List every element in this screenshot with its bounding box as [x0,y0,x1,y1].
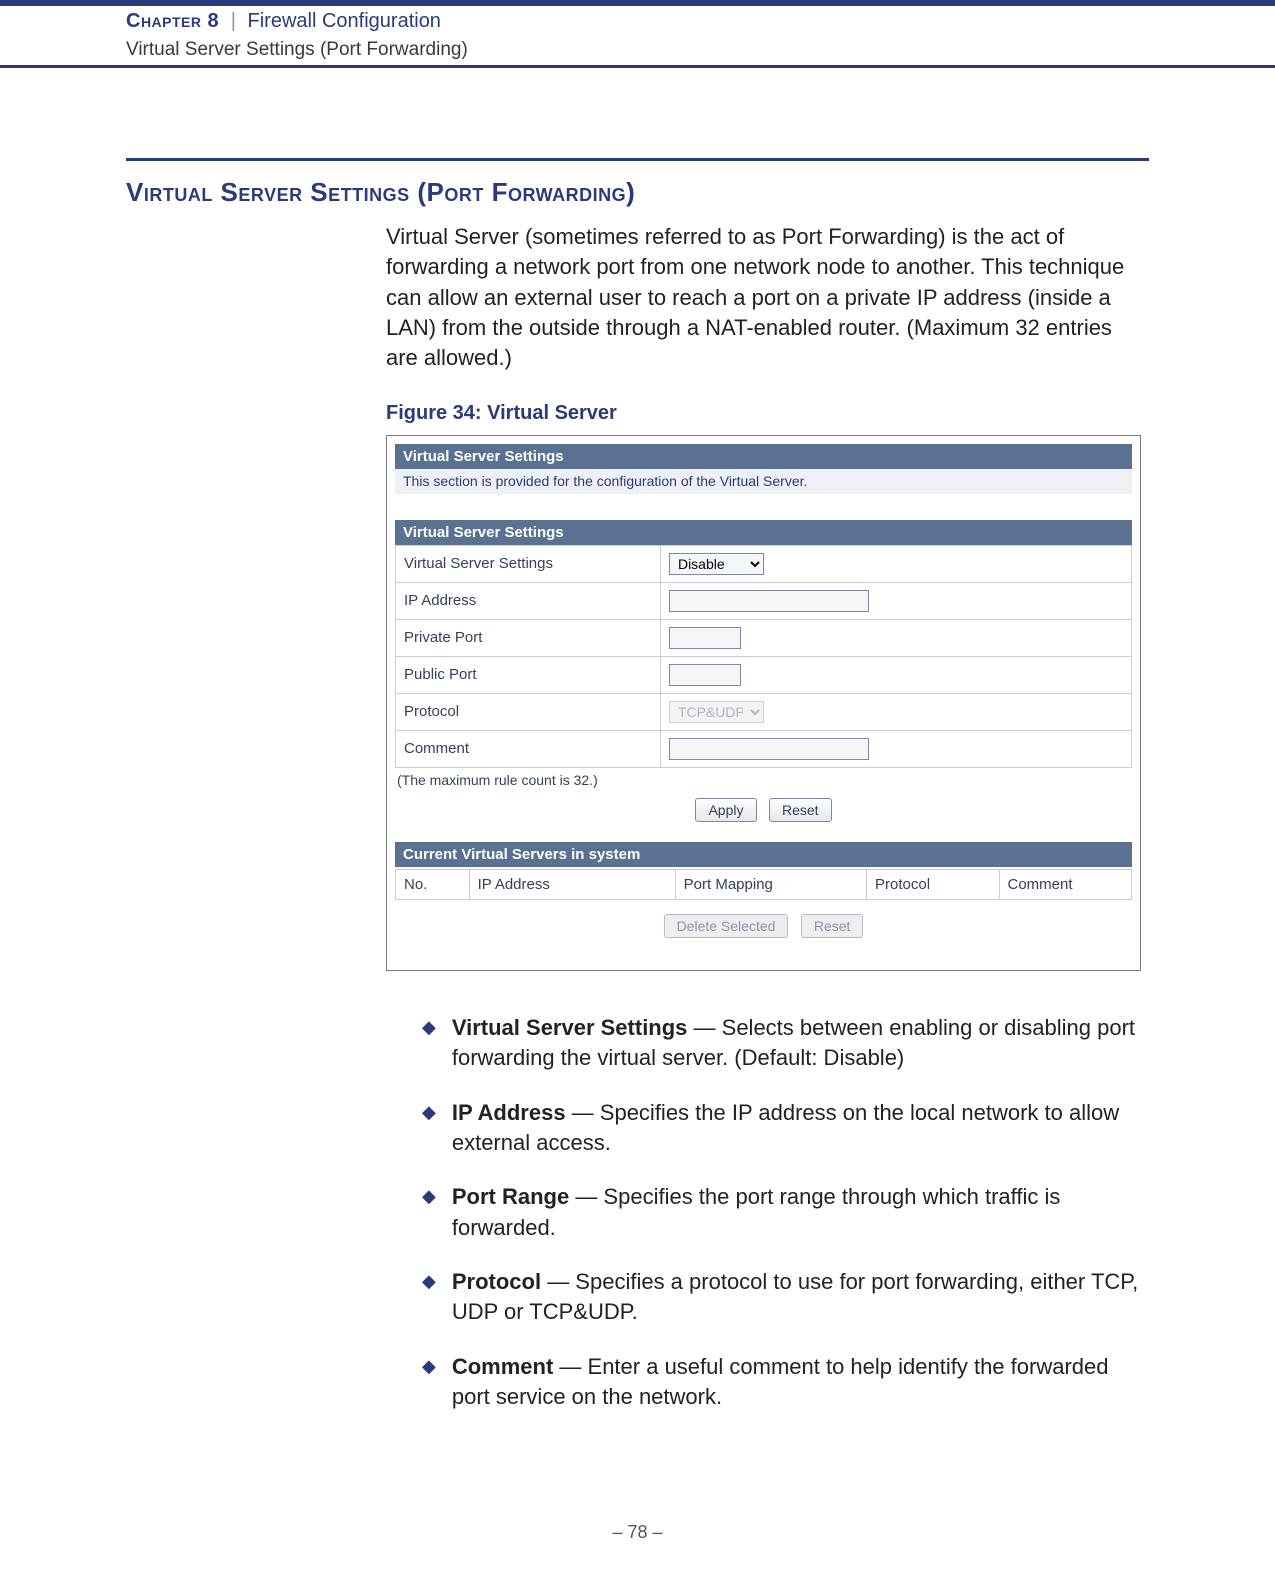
public-port-input[interactable] [669,664,741,686]
definition-text: Comment — Enter a useful comment to help… [452,1352,1149,1413]
page-number: – 78 – [0,1522,1275,1543]
content: Virtual Server Settings (Port Forwarding… [0,68,1275,1412]
def-term: IP Address [452,1100,566,1125]
content-inner: Virtual Server Settings (Port Forwarding… [126,158,1149,1412]
cell-vss: Disable [660,545,1131,582]
vss-select[interactable]: Disable [669,553,764,575]
col-protocol: Protocol [867,869,999,899]
label-private-port: Private Port [396,619,661,656]
cell-ip [660,582,1131,619]
definition-text: IP Address — Specifies the IP address on… [452,1098,1149,1159]
definition-text: Port Range — Specifies the port range th… [452,1182,1149,1243]
protocol-select[interactable]: TCP&UDP [669,701,764,723]
section-title: Virtual Server Settings (Port Forwarding… [126,177,1149,208]
diamond-icon: ◆ [422,1352,436,1379]
diamond-icon: ◆ [422,1267,436,1294]
delete-selected-button[interactable]: Delete Selected [664,914,789,938]
diamond-icon: ◆ [422,1013,436,1040]
diamond-icon: ◆ [422,1182,436,1209]
reset-button[interactable]: Reset [769,798,832,822]
definition-item: ◆ Protocol — Specifies a protocol to use… [422,1267,1149,1328]
col-ip: IP Address [469,869,675,899]
spacer [395,494,1132,520]
page: Chapter 8 | Firewall Configuration Virtu… [0,0,1275,1583]
panel1-description: This section is provided for the configu… [395,469,1132,494]
definition-item: ◆ Comment — Enter a useful comment to he… [422,1352,1149,1413]
reset-button-2[interactable]: Reset [801,914,864,938]
def-term: Port Range [452,1184,569,1209]
panel1-header: Virtual Server Settings [395,444,1132,469]
cell-private-port [660,619,1131,656]
definition-text: Protocol — Specifies a protocol to use f… [452,1267,1149,1328]
definition-item: ◆ Virtual Server Settings — Selects betw… [422,1013,1149,1074]
ip-input[interactable] [669,590,869,612]
col-port: Port Mapping [675,869,866,899]
label-public-port: Public Port [396,656,661,693]
panel3-header: Current Virtual Servers in system [395,842,1132,867]
definition-item: ◆ IP Address — Specifies the IP address … [422,1098,1149,1159]
button-row-2: Delete Selected Reset [395,900,1132,958]
header-subtitle: Virtual Server Settings (Port Forwarding… [0,39,1275,65]
def-term: Comment [452,1354,553,1379]
header-separator: | [231,10,236,32]
comment-input[interactable] [669,738,869,760]
cell-protocol: TCP&UDP [660,693,1131,730]
apply-button[interactable]: Apply [695,798,756,822]
definition-text: Virtual Server Settings — Selects betwee… [452,1013,1149,1074]
cell-comment [660,730,1131,767]
screenshot-box: Virtual Server Settings This section is … [386,435,1141,971]
definitions-list: ◆ Virtual Server Settings — Selects betw… [422,1013,1149,1413]
max-rule-note: (The maximum rule count is 32.) [395,768,1132,788]
chapter-title: Firewall Configuration [248,10,441,32]
label-vss: Virtual Server Settings [396,545,661,582]
button-row-1: Apply Reset [395,788,1132,842]
panel2-header: Virtual Server Settings [395,520,1132,545]
col-no: No. [396,869,470,899]
right-column: Virtual Server (sometimes referred to as… [386,222,1149,1412]
def-term: Virtual Server Settings [452,1015,688,1040]
intro-paragraph: Virtual Server (sometimes referred to as… [386,222,1149,374]
settings-table: Virtual Server Settings Disable IP Addre… [395,545,1132,768]
def-term: Protocol [452,1269,541,1294]
figure-label: Figure 34: Virtual Server [386,402,1149,425]
label-ip: IP Address [396,582,661,619]
current-servers-table: No. IP Address Port Mapping Protocol Com… [395,869,1132,900]
col-comment: Comment [999,869,1132,899]
def-body: — Specifies a protocol to use for port f… [452,1269,1138,1324]
label-comment: Comment [396,730,661,767]
cell-public-port [660,656,1131,693]
label-protocol: Protocol [396,693,661,730]
private-port-input[interactable] [669,627,741,649]
header-line1: Chapter 8 | Firewall Configuration [0,6,1275,39]
definition-item: ◆ Port Range — Specifies the port range … [422,1182,1149,1243]
diamond-icon: ◆ [422,1098,436,1125]
chapter-label: Chapter 8 [126,10,219,32]
